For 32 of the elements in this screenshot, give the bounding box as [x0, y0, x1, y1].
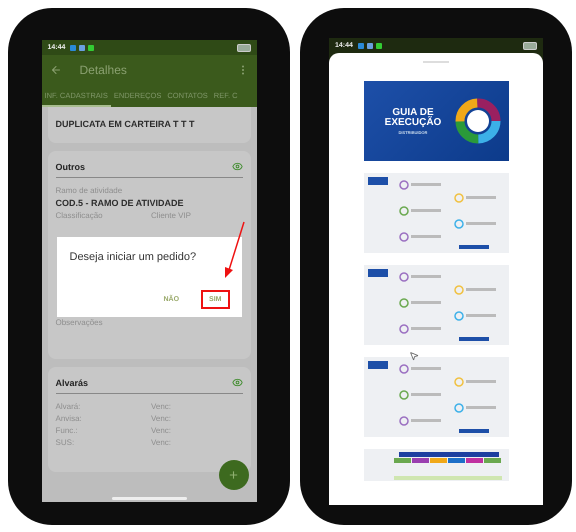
field-label: Func.:	[56, 426, 79, 435]
infographic-page-drawing[interactable]	[364, 173, 508, 253]
field-label: SUS:	[56, 438, 76, 447]
field-label: Cliente VIP	[151, 211, 192, 220]
field-label: Ramo de atividade	[56, 186, 124, 195]
eye-icon[interactable]	[232, 161, 242, 172]
sheet-handle[interactable]	[423, 61, 449, 63]
ring-logo-icon	[454, 98, 500, 144]
field-label: Observações	[56, 318, 104, 327]
back-icon[interactable]	[50, 64, 62, 76]
field-label: Venc:	[151, 438, 172, 447]
cover-title: GUIA DE	[392, 108, 434, 118]
screen-title: Detalhes	[80, 63, 128, 77]
field-label: Alvará:	[56, 402, 82, 411]
field-label: Venc:	[151, 426, 172, 435]
dialog-message: Deseja iniciar um pedido?	[70, 251, 198, 263]
field-label: Venc:	[151, 414, 172, 423]
cover-title: EXECUÇÃO	[384, 118, 442, 128]
billing-value: DUPLICATA EM CARTEIRA T T T	[56, 119, 196, 129]
eye-icon[interactable]	[232, 377, 242, 388]
card-title: Alvarás	[56, 378, 90, 388]
cursor-icon	[409, 351, 419, 361]
battery-icon	[236, 44, 250, 52]
field-label: Venc:	[151, 402, 172, 411]
table-page-drawing[interactable]	[364, 449, 508, 481]
battery-icon	[523, 42, 537, 50]
field-label: Classificação	[56, 211, 104, 220]
infographic-page-drawing[interactable]	[364, 357, 508, 437]
field-label: Anvisa:	[56, 414, 83, 423]
card-title: Outros	[56, 162, 86, 172]
field-value: COD.5 - RAMO DE ATIVIDADE	[56, 198, 185, 208]
infographic-page-drawing[interactable]	[364, 265, 508, 345]
